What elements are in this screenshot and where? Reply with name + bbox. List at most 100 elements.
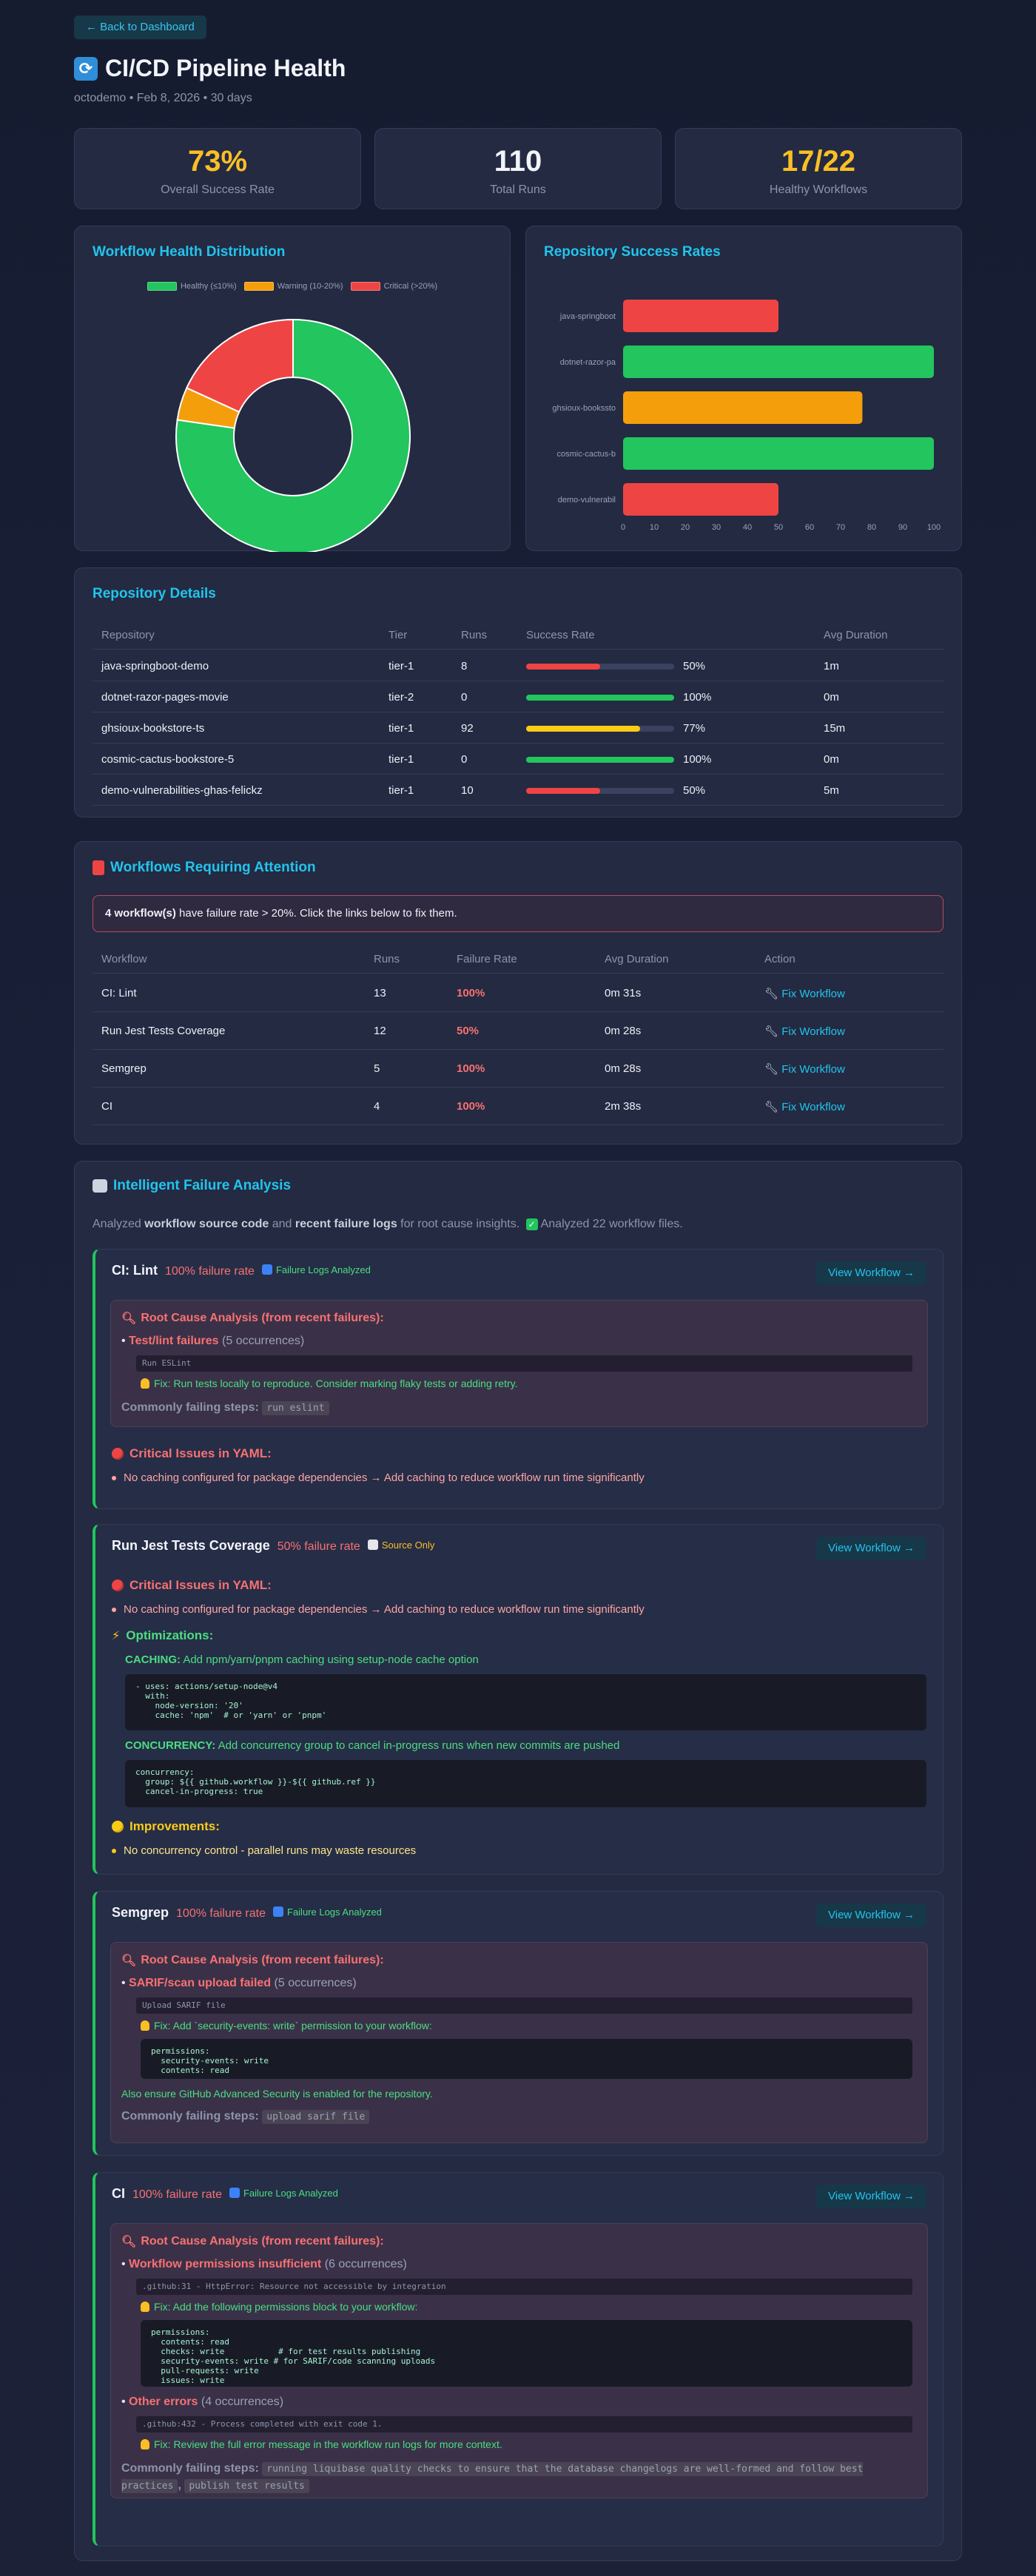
analysis-ci: CI 100% failure rate Failure Logs Analyz… [92,2172,944,2546]
opt-text: Add concurrency group to cancel in-progr… [215,1739,620,1752]
analysis-lint: CI: Lint 100% failure rate Failure Logs … [92,1249,944,1509]
concurrency-optimization: CONCURRENCY: Add concurrency group to ca… [125,1739,619,1752]
source-tag: Source Only [367,1540,434,1551]
stat-healthy-workflows: 17/22 Healthy Workflows [675,128,962,209]
failure-rate: 100% failure rate [164,1265,255,1278]
success-progress-bar [526,788,674,794]
view-workflow-button[interactable]: View Workflow → [816,2185,926,2208]
fix-suggestion: Fix: Run tests locally to reproduce. Con… [141,1378,518,1389]
category-label: cosmic-cactus-b [557,450,616,459]
bar-chart: java-springboot dotnet-razor-pa ghsioux-bo… [552,300,941,532]
bar[interactable] [623,437,934,470]
workflow-runs: 13 [374,987,386,999]
repo-runs: 0 [461,691,468,704]
intro-bold: workflow source code [144,1218,269,1230]
occurrences: (5 occurrences) [222,1335,305,1347]
page-subtitle: octodemo • Feb 8, 2026 • 30 days [74,92,252,104]
common-label: Commonly failing steps: [121,1401,259,1414]
failure-rate: 100% [457,987,485,999]
tick-label: 40 [743,523,752,532]
repository-details-card: Repository Details Repository Tier Runs Suc… [74,567,962,817]
repo-name: cosmic-cactus-bookstore-5 [101,753,235,766]
row-divider [92,1087,944,1088]
rca-title-text: Root Cause Analysis (from recent failure… [141,2235,384,2248]
column-header: Runs [461,629,488,641]
yaml-issues-title: Critical Issues in YAML: [112,1578,272,1593]
common-steps: Commonly failing steps: running liquibas… [121,2462,864,2493]
repo-duration: 15m [824,722,846,735]
red-circle-icon [112,1448,124,1460]
tick-label: 50 [774,523,783,532]
optimizations-title: ⚡ Optimizations: [112,1628,213,1643]
yaml-issue-item: No caching configured for package depend… [112,1471,645,1484]
occurrences: (5 occurrences) [274,1977,357,1989]
success-progress-fill [526,788,600,794]
magnifier-icon: 🔍︎ [121,2236,137,2248]
caching-optimization: CACHING: Add npm/yarn/pnpm caching using… [125,1653,479,1666]
repo-duration: 1m [824,660,839,672]
step-chip: publish test results [184,2479,309,2493]
step-chip: upload sarif file [262,2110,370,2124]
robot-icon [92,1179,107,1193]
view-workflow-button[interactable]: View Workflow → [816,1537,926,1560]
common-label: Commonly failing steps: [121,2462,259,2475]
repo-name: java-springboot-demo [101,660,209,672]
analysis-semgrep: Semgrep 100% failure rate Failure Logs A… [92,1891,944,2156]
back-to-dashboard-button[interactable]: ← Back to Dashboard [74,16,206,39]
fix-workflow-link[interactable]: 🔧︎ Fix Workflow [764,1100,845,1113]
failure-rate: 50% [457,1025,480,1037]
avg-duration: 2m 38s [605,1100,642,1113]
fix-suggestion: Fix: Add `security-events: write` permis… [141,2020,432,2032]
stat-success-rate: 73% Overall Success Rate [74,128,361,209]
error-name: SARIF/scan upload failed [129,1977,272,1989]
intro-text: Analyzed 22 workflow files. [540,1218,683,1230]
view-workflow-button[interactable]: View Workflow → [816,1904,926,1927]
repo-tier: tier-1 [388,722,414,735]
magnifier-icon: 🔍︎ [121,1312,137,1325]
column-header: Avg Duration [605,953,669,965]
rca-title-text: Root Cause Analysis (from recent failure… [141,1312,384,1324]
workflow-name: CI [101,1100,112,1113]
opt-key: CONCURRENCY: [125,1739,216,1752]
bar[interactable] [623,300,778,332]
repo-name: dotnet-razor-pages-movie [101,691,229,704]
failure-rate: 100% failure rate [176,1907,266,1920]
repo-name: demo-vulnerabilities-ghas-felickz [101,784,263,797]
tick-label: 70 [836,523,845,532]
repo-tier: tier-1 [388,784,414,797]
view-workflow-button[interactable]: View Workflow → [816,1261,926,1285]
lightbulb-icon [141,2020,149,2031]
success-rate-label: 100% [683,691,712,704]
fix-suggestion: Fix: Add the following permissions block… [141,2301,417,2313]
yaml-title-text: Critical Issues in YAML: [130,1578,272,1592]
wrench-icon: 🔧︎ [764,1101,782,1113]
tag-label: Failure Logs Analyzed [275,1264,371,1275]
repo-tier: tier-1 [388,660,414,672]
avg-duration: 0m 28s [605,1062,642,1075]
fix-workflow-link[interactable]: 🔧︎ Fix Workflow [764,1025,845,1038]
bar[interactable] [623,483,778,516]
fix-workflow-link[interactable]: 🔧︎ Fix Workflow [764,1062,845,1076]
section-title: Workflows Requiring Attention [92,860,316,876]
failure-rate: 100% [457,1100,485,1113]
fix-workflow-link[interactable]: 🔧︎ Fix Workflow [764,987,845,1000]
rca-title-text: Root Cause Analysis (from recent failure… [141,1954,384,1966]
bullet-dot [112,1475,116,1480]
success-rate-label: 50% [683,784,706,797]
row-divider [92,1049,944,1050]
avg-duration: 0m 31s [605,987,642,999]
rca-title: 🔍︎ Root Cause Analysis (from recent failu… [121,1311,384,1326]
workflow-runs: 12 [374,1025,386,1037]
error-log: .github:432 - Process completed with exi… [136,2416,912,2432]
error-log: Upload SARIF file [136,1997,912,2014]
tag-label: Failure Logs Analyzed [287,1906,382,1918]
yaml-issue-text: No caching configured for package depend… [124,1603,645,1616]
repo-tier: tier-2 [388,691,414,704]
success-progress-bar [526,695,674,701]
bar[interactable] [623,391,863,424]
success-progress-fill [526,664,600,670]
chart-icon [261,1264,272,1275]
workflow-name: CI [112,2186,125,2201]
opt-key: CACHING: [125,1653,181,1666]
bar[interactable] [623,345,934,378]
